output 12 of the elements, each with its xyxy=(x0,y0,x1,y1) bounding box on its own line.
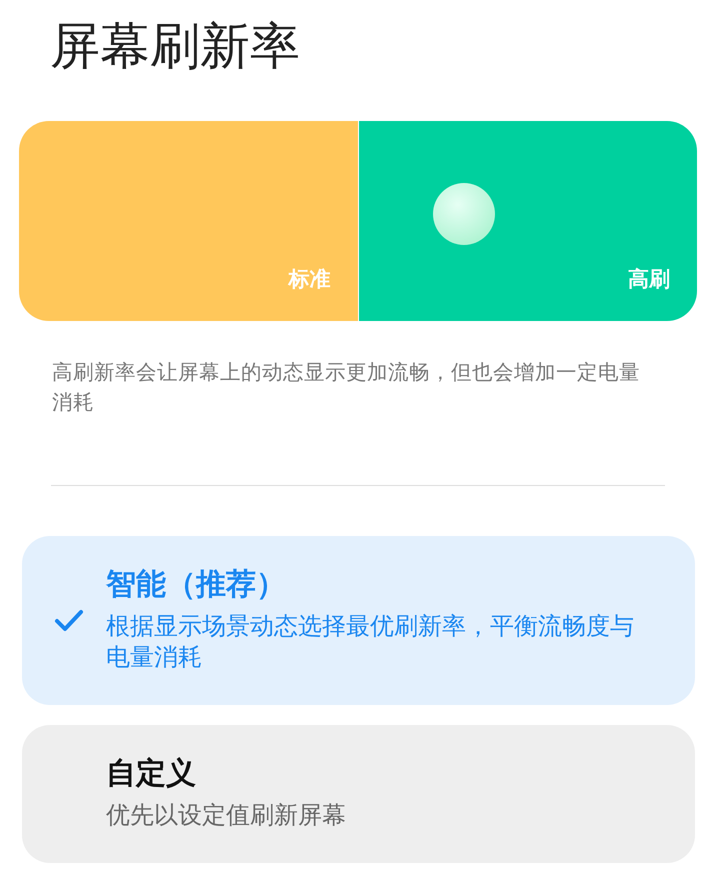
mode-label: 高刷 xyxy=(628,266,670,293)
option-card[interactable]: 自定义 优先以设定值刷新屏幕 xyxy=(22,725,695,863)
option-title: 自定义 xyxy=(106,755,197,793)
option-subtitle: 优先以设定值刷新屏幕 xyxy=(106,800,346,831)
mode-segment[interactable]: 高刷 xyxy=(358,121,697,321)
option-card[interactable]: 智能（推荐） 根据显示场景动态选择最优刷新率，平衡流畅度与电量消耗 xyxy=(22,536,695,705)
mode-label: 标准 xyxy=(288,266,330,293)
option-title: 智能（推荐） xyxy=(106,566,287,604)
description-text: 高刷新率会让屏幕上的动态显示更加流畅，但也会增加一定电量消耗 xyxy=(52,359,641,416)
checkmark-icon xyxy=(54,608,84,634)
page-title: 屏幕刷新率 xyxy=(50,16,301,77)
option-subtitle: 根据显示场景动态选择最优刷新率，平衡流畅度与电量消耗 xyxy=(106,611,635,673)
